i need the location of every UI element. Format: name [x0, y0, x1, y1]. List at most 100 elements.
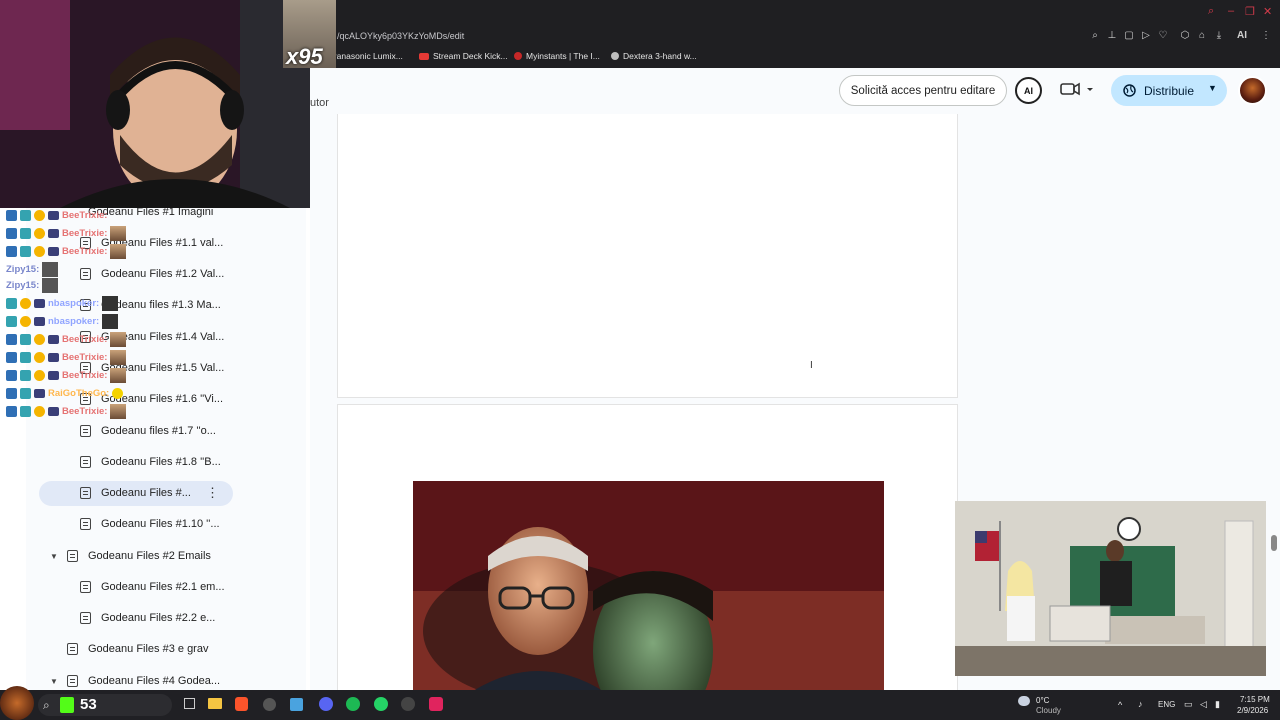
- chat-message: BeeTrixie:: [6, 403, 127, 419]
- language-indicator[interactable]: ENG: [1158, 700, 1175, 709]
- menu-icon[interactable]: ⋮: [1260, 30, 1272, 42]
- weather-icon: [1018, 696, 1030, 706]
- obs-icon[interactable]: [401, 697, 415, 711]
- document-image[interactable]: [413, 481, 884, 691]
- play-icon[interactable]: ▷: [1140, 30, 1152, 42]
- download-icon[interactable]: ⤓: [1213, 30, 1225, 42]
- myinstants-icon: [514, 52, 522, 60]
- outline-item[interactable]: Godeanu Files #1.2 Val...: [80, 262, 224, 286]
- badge-icon: [20, 227, 31, 239]
- heart-icon[interactable]: ♡: [1157, 30, 1169, 42]
- chat-username: BeeTrixie:: [62, 369, 108, 381]
- outline-item-label: Godeanu files #1.7 ''o...: [101, 425, 216, 437]
- meet-camera-icon[interactable]: [1060, 82, 1096, 101]
- chat-message: Zipy15:: [6, 277, 59, 293]
- emote-thumb: [110, 367, 127, 383]
- brave-browser-icon[interactable]: [235, 697, 248, 711]
- streamer-webcam: [0, 0, 310, 208]
- outline-item[interactable]: Godeanu files #1.7 ''o...: [80, 419, 216, 443]
- chat-message: BeeTrixie:: [6, 331, 127, 347]
- scrollbar-thumb[interactable]: [1271, 535, 1277, 551]
- document-page[interactable]: [337, 114, 958, 398]
- tv-icon: [48, 210, 59, 220]
- bookmark-dextera[interactable]: Dextera 3-hand w...: [611, 51, 697, 61]
- discord-icon[interactable]: [319, 697, 333, 711]
- collapse-chevron-icon[interactable]: ▼: [50, 677, 58, 686]
- wallet-icon[interactable]: ⌂: [1196, 30, 1208, 42]
- minimize-icon[interactable]: –: [1228, 5, 1234, 17]
- outline-item-label: Godeanu Files #2.2 e...: [101, 612, 216, 624]
- address-bar-url[interactable]: /qcALOYky6p03YKzYoMDs/edit: [337, 31, 464, 41]
- document-icon: [80, 268, 91, 280]
- badge-icon: [6, 209, 17, 221]
- badge-icon: [6, 245, 17, 257]
- whatsapp-icon[interactable]: [374, 697, 388, 711]
- collapse-chevron-icon[interactable]: ▼: [50, 552, 58, 561]
- app-red-icon[interactable]: [429, 697, 443, 711]
- task-view-icon[interactable]: [184, 698, 195, 709]
- request-edit-access-button[interactable]: Solicită acces pentru editare: [839, 75, 1007, 106]
- outline-item-selected[interactable]: Godeanu Files #...: [80, 481, 191, 505]
- user-avatar[interactable]: [1238, 76, 1267, 105]
- restore-icon[interactable]: ❐: [1245, 5, 1255, 18]
- bookmark-panasonic[interactable]: Panasonic Lumix...: [327, 51, 403, 61]
- outline-item[interactable]: Godeanu Files #1.8 ''B...: [80, 450, 221, 474]
- extensions-icon[interactable]: ⬡: [1179, 30, 1191, 42]
- clock-date[interactable]: 2/9/2026: [1237, 706, 1268, 715]
- clock-time[interactable]: 7:15 PM: [1240, 695, 1270, 704]
- bookmark-label: Myinstants | The I...: [526, 51, 600, 61]
- author-label: utor: [310, 97, 329, 109]
- kick-icon: [60, 697, 74, 713]
- bookmark-stream-deck[interactable]: Stream Deck Kick...: [419, 51, 508, 61]
- app-icon[interactable]: [263, 698, 276, 711]
- sub-badge-icon: [34, 369, 45, 381]
- share-dropdown-icon[interactable]: ▼: [1208, 83, 1217, 93]
- display-icon[interactable]: ▭: [1184, 699, 1193, 710]
- tv-icon: [34, 316, 45, 326]
- outline-item[interactable]: Godeanu Files #2.2 e...: [80, 606, 215, 630]
- document-icon: [80, 581, 91, 593]
- microphone-icon[interactable]: ♪: [1138, 699, 1143, 709]
- badge-icon: [20, 209, 31, 221]
- outline-item[interactable]: Godeanu Files #3 e grav: [67, 637, 208, 661]
- file-explorer-icon[interactable]: [208, 698, 222, 709]
- outline-item[interactable]: Godeanu Files #1.10 ''...: [80, 512, 220, 536]
- picture-in-picture-video[interactable]: [955, 501, 1266, 676]
- tv-icon: [48, 352, 59, 362]
- ai-badge[interactable]: AI: [1015, 77, 1042, 104]
- pin-icon[interactable]: ⊥: [1106, 30, 1118, 42]
- bookmark-label: Panasonic Lumix...: [331, 51, 403, 61]
- badge-icon: [6, 405, 17, 417]
- outline-item[interactable]: Godeanu Files #2.1 em...: [80, 575, 225, 599]
- emote-thumb: [42, 277, 59, 293]
- volume-icon[interactable]: ◁: [1200, 699, 1207, 710]
- streamer-avatar: [0, 686, 34, 720]
- taskbar-search[interactable]: [38, 694, 172, 716]
- screenshot-icon[interactable]: ▢: [1123, 30, 1135, 42]
- badge-icon: [6, 387, 17, 399]
- tv-icon: [48, 228, 59, 238]
- search-icon[interactable]: ⌕: [1208, 5, 1214, 18]
- tray-chevron-icon[interactable]: ^: [1118, 700, 1122, 710]
- ai-toolbar-button[interactable]: AI: [1232, 30, 1252, 42]
- document-icon: [80, 518, 91, 530]
- youtube-icon: [419, 52, 429, 60]
- badge-icon: [20, 351, 31, 363]
- store-icon[interactable]: [290, 698, 303, 711]
- chat-message: RaiGoTheGo:: [6, 385, 124, 401]
- zoom-icon[interactable]: ⌕: [1089, 30, 1101, 42]
- outline-item-label: Godeanu Files #...: [101, 487, 191, 499]
- close-icon[interactable]: ✕: [1263, 5, 1272, 18]
- more-options-icon[interactable]: ⋮: [206, 485, 219, 501]
- bookmark-label: Dextera 3-hand w...: [623, 51, 697, 61]
- chat-message: nbaspoker:: [6, 313, 119, 329]
- battery-icon[interactable]: ▮: [1215, 699, 1220, 710]
- spotify-icon[interactable]: [346, 697, 360, 711]
- outline-item-label: Godeanu Files #3 e grav: [88, 643, 209, 655]
- sub-badge-icon: [34, 405, 45, 417]
- chat-username: BeeTrixie:: [62, 209, 108, 221]
- chat-username: BeeTrixie:: [62, 227, 108, 239]
- weather-desc: Cloudy: [1036, 706, 1061, 715]
- bookmark-myinstants[interactable]: Myinstants | The I...: [514, 51, 600, 61]
- outline-item[interactable]: Godeanu Files #2 Emails: [67, 544, 211, 568]
